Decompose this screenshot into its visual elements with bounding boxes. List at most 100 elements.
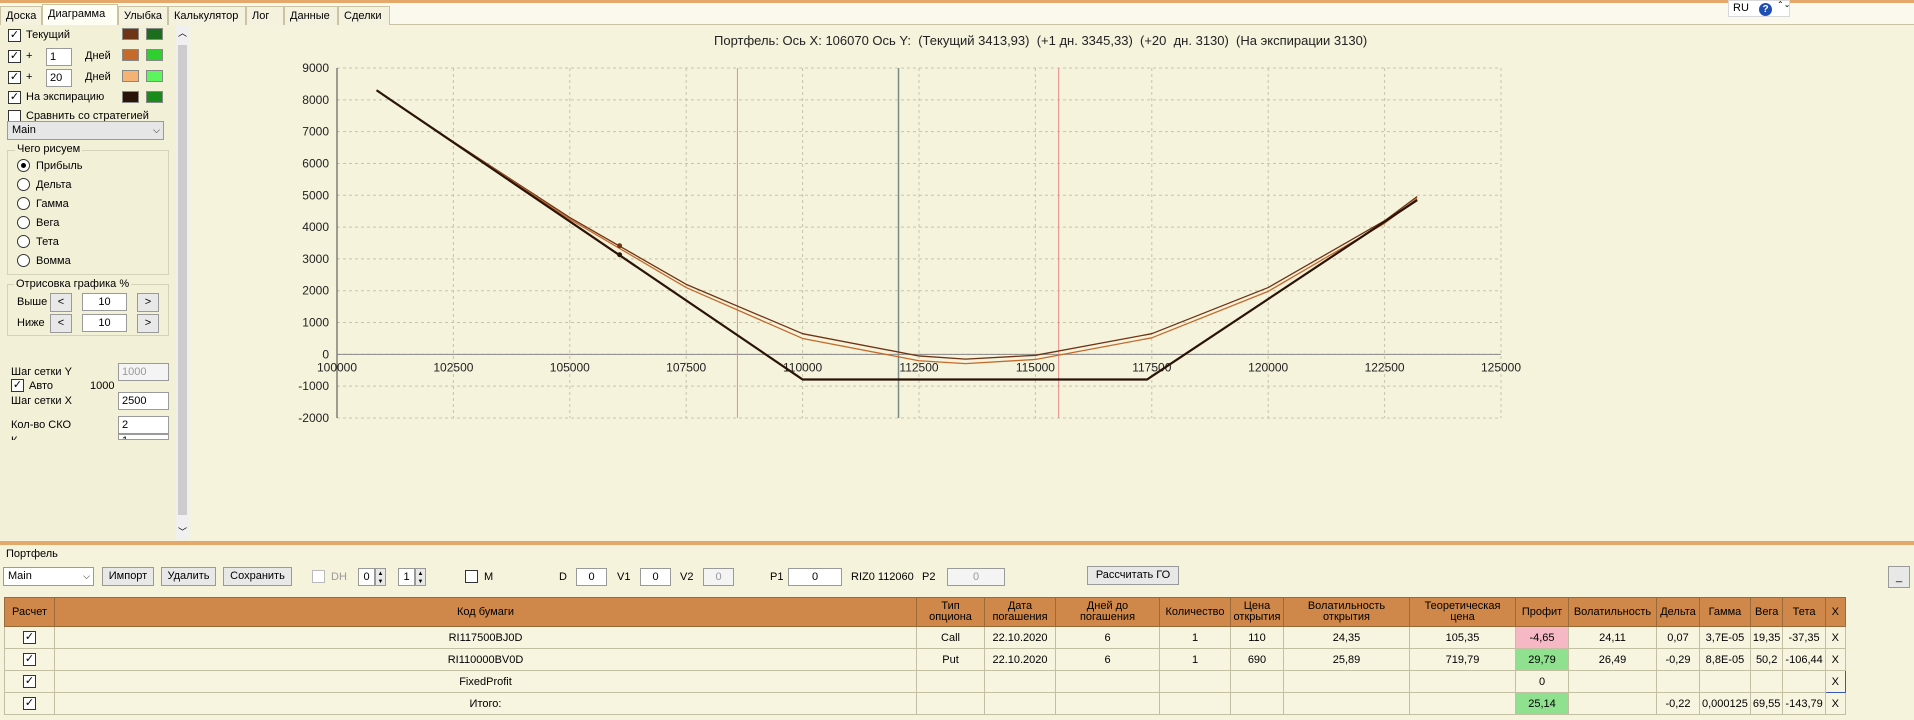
dh-input-2[interactable]: 1 [398, 568, 415, 586]
m-checkbox[interactable] [465, 570, 478, 583]
radio-profit[interactable] [17, 159, 30, 172]
v2-input[interactable]: 0 [703, 568, 734, 586]
col-gamma[interactable]: Гамма [1699, 597, 1751, 627]
current-color-swatch-2[interactable] [146, 28, 163, 40]
col-calc[interactable]: Расчет [4, 597, 55, 627]
col-open-price[interactable]: Цена открытия [1230, 597, 1284, 627]
expiry-color-swatch-2[interactable] [146, 91, 163, 103]
expiry-date [984, 670, 1056, 693]
tab-board[interactable]: Доска [0, 6, 42, 25]
col-theta[interactable]: Тета [1782, 597, 1826, 627]
scroll-down-icon[interactable]: ﹀ [178, 525, 187, 538]
col-expiry-date[interactable]: Дата погашения [984, 597, 1056, 627]
radio-gamma[interactable] [17, 197, 30, 210]
below-decrease-button[interactable]: < [50, 314, 72, 333]
table-row[interactable]: ✓ FixedProfit 0 X [4, 670, 1846, 693]
save-button[interactable]: Сохранить [223, 567, 292, 586]
above-increase-button[interactable]: > [137, 293, 159, 312]
col-profit[interactable]: Профит [1515, 597, 1569, 627]
above-input[interactable]: 10 [82, 293, 127, 311]
col-option-type[interactable]: Тип опциона [916, 597, 985, 627]
dh-input-1[interactable]: 0 [358, 568, 375, 586]
tab-diagram[interactable]: Диаграмма [42, 4, 118, 26]
tab-log[interactable]: Лог [246, 6, 284, 25]
col-quantity[interactable]: Количество [1159, 597, 1231, 627]
minimize-button[interactable]: _ [1888, 566, 1910, 588]
expiry-color-swatch-1[interactable] [122, 91, 139, 103]
security-code: RI110000BV0D [54, 648, 917, 671]
col-days-to-expiry[interactable]: Дней до погашения [1055, 597, 1160, 627]
expiry-checkbox[interactable]: ✓ [8, 91, 21, 104]
remove-button[interactable]: X [1824, 626, 1846, 649]
current-checkbox[interactable]: ✓ [8, 29, 21, 42]
row-calc-checkbox[interactable]: ✓ [23, 697, 36, 710]
scrollbar-thumb[interactable] [178, 45, 187, 515]
radio-theta[interactable] [17, 235, 30, 248]
left-panel-scrollbar[interactable]: ︿ ﹀ [176, 25, 189, 540]
grid-y-input[interactable]: 1000 [118, 363, 169, 381]
plus2-checkbox[interactable]: ✓ [8, 71, 21, 84]
cut-input[interactable]: 1 [118, 434, 169, 440]
above-decrease-button[interactable]: < [50, 293, 72, 312]
radio-vomma[interactable] [17, 254, 30, 267]
x-tick-label: 110000 [783, 360, 822, 374]
scroll-up-icon[interactable]: ︿ [178, 26, 187, 39]
tab-calculator[interactable]: Калькулятор [168, 6, 246, 25]
grid-x-input[interactable]: 2500 [118, 392, 169, 410]
dh-spinner-2-icon[interactable]: ▲ ▼ [415, 568, 426, 586]
delete-button[interactable]: Удалить [161, 567, 216, 586]
below-input[interactable]: 10 [82, 314, 127, 332]
updown-arrows-icon[interactable]: ⌃⌄ [1777, 1, 1790, 9]
security-code: RI117500BJ0D [54, 626, 917, 649]
table-row[interactable]: ✓ RI110000BV0D Put 22.10.2020 6 1 690 25,89 719,… [4, 648, 1846, 671]
col-vega[interactable]: Вега [1749, 597, 1784, 627]
col-delta[interactable]: Дельта [1656, 597, 1700, 627]
col-theoretical-price[interactable]: Теоретическая цена [1409, 597, 1516, 627]
tab-smile[interactable]: Улыбка [118, 6, 168, 25]
portfolio-strategy-dropdown[interactable]: Main ⌵ [3, 567, 94, 586]
plus2-days-input[interactable]: 20 [46, 69, 72, 87]
radio-delta-label: Дельта [36, 179, 72, 191]
col-remove[interactable]: X [1824, 597, 1846, 627]
row-calc-checkbox[interactable]: ✓ [23, 675, 36, 688]
below-increase-button[interactable]: > [137, 314, 159, 333]
col-open-volatility[interactable]: Волатильность открытия [1283, 597, 1410, 627]
tab-data[interactable]: Данные [284, 6, 338, 25]
import-button[interactable]: Импорт [102, 567, 154, 586]
radio-delta[interactable] [17, 178, 30, 191]
plus1-color-swatch-1[interactable] [122, 49, 139, 61]
row-calc-checkbox[interactable]: ✓ [23, 631, 36, 644]
help-icon[interactable]: ? [1759, 3, 1772, 16]
panel-splitter[interactable] [0, 541, 1914, 545]
plus1-days-input[interactable]: 1 [46, 48, 72, 66]
table-row[interactable]: ✓ Итого: 25,14 -0,22 0,000125 69,55 -143,79 X [4, 692, 1846, 715]
p1-input[interactable]: 0 [788, 568, 842, 586]
payoff-chart[interactable]: 9000 8000 7000 6000 5000 4000 3000 2000 1000 0 -10… [189, 25, 1914, 540]
plus2-color-swatch-2[interactable] [146, 70, 163, 82]
tab-deals[interactable]: Сделки [338, 6, 390, 25]
calc-go-button[interactable]: Рассчитать ГО [1087, 566, 1179, 585]
row-calc-checkbox[interactable]: ✓ [23, 653, 36, 666]
auto-checkbox[interactable]: ✓ [11, 379, 24, 392]
table-row[interactable]: ✓ RI117500BJ0D Call 22.10.2020 6 1 110 24,35 105… [4, 626, 1846, 649]
col-code[interactable]: Код бумаги [54, 597, 917, 627]
dh-spinner-1-icon[interactable]: ▲ ▼ [375, 568, 386, 586]
col-volatility[interactable]: Волатильность [1568, 597, 1657, 627]
sko-input[interactable]: 2 [118, 416, 169, 434]
remove-button[interactable]: X [1824, 692, 1846, 715]
plus2-color-swatch-1[interactable] [122, 70, 139, 82]
futures-price-label: RIZ0 112060 [851, 571, 914, 583]
plus1-checkbox[interactable]: ✓ [8, 50, 21, 63]
y-tick-label: 2000 [302, 284, 329, 298]
current-color-swatch-1[interactable] [122, 28, 139, 40]
plus1-color-swatch-2[interactable] [146, 49, 163, 61]
p2-input[interactable]: 0 [947, 568, 1005, 586]
remove-button[interactable]: X [1824, 648, 1846, 671]
strategy-dropdown[interactable]: Main ⌵ [7, 121, 164, 140]
remove-button[interactable]: X [1824, 670, 1846, 693]
v1-input[interactable]: 0 [640, 568, 671, 586]
radio-vega[interactable] [17, 216, 30, 229]
d-input[interactable]: 0 [576, 568, 607, 586]
language-selector[interactable]: RU ? ⌃⌄ [1728, 0, 1790, 17]
dh-checkbox[interactable] [312, 570, 325, 583]
